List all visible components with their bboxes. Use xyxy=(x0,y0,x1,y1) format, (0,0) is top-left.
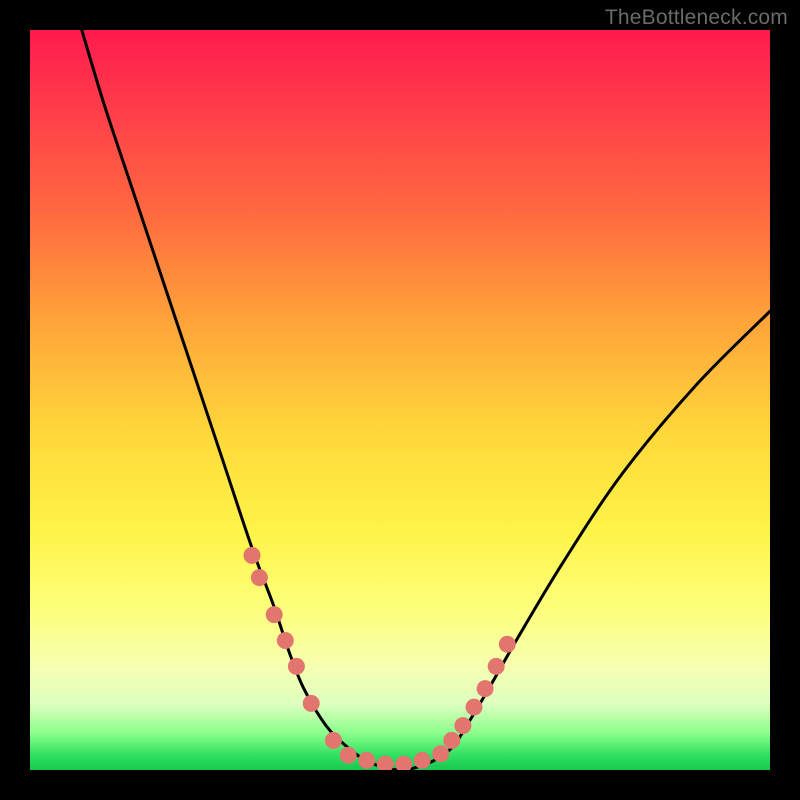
data-point xyxy=(277,632,294,649)
watermark-text: TheBottleneck.com xyxy=(605,6,788,30)
data-point xyxy=(358,752,375,769)
bottleneck-curve xyxy=(82,30,770,770)
bottleneck-curve-path xyxy=(82,30,770,770)
data-point xyxy=(414,752,431,769)
chart-plot-area xyxy=(30,30,770,770)
data-point xyxy=(340,747,357,764)
chart-svg xyxy=(30,30,770,770)
data-point xyxy=(454,717,471,734)
data-point xyxy=(395,756,412,770)
data-point xyxy=(499,636,516,653)
data-point xyxy=(288,658,305,675)
data-point xyxy=(244,547,261,564)
data-point xyxy=(325,732,342,749)
data-point xyxy=(488,658,505,675)
data-point xyxy=(303,695,320,712)
data-point xyxy=(266,606,283,623)
scatter-dots xyxy=(244,547,516,770)
data-point xyxy=(377,756,394,770)
data-point xyxy=(466,699,483,716)
chart-frame: TheBottleneck.com xyxy=(0,0,800,800)
data-point xyxy=(251,569,268,586)
data-point xyxy=(443,732,460,749)
data-point xyxy=(432,745,449,762)
data-point xyxy=(477,680,494,697)
